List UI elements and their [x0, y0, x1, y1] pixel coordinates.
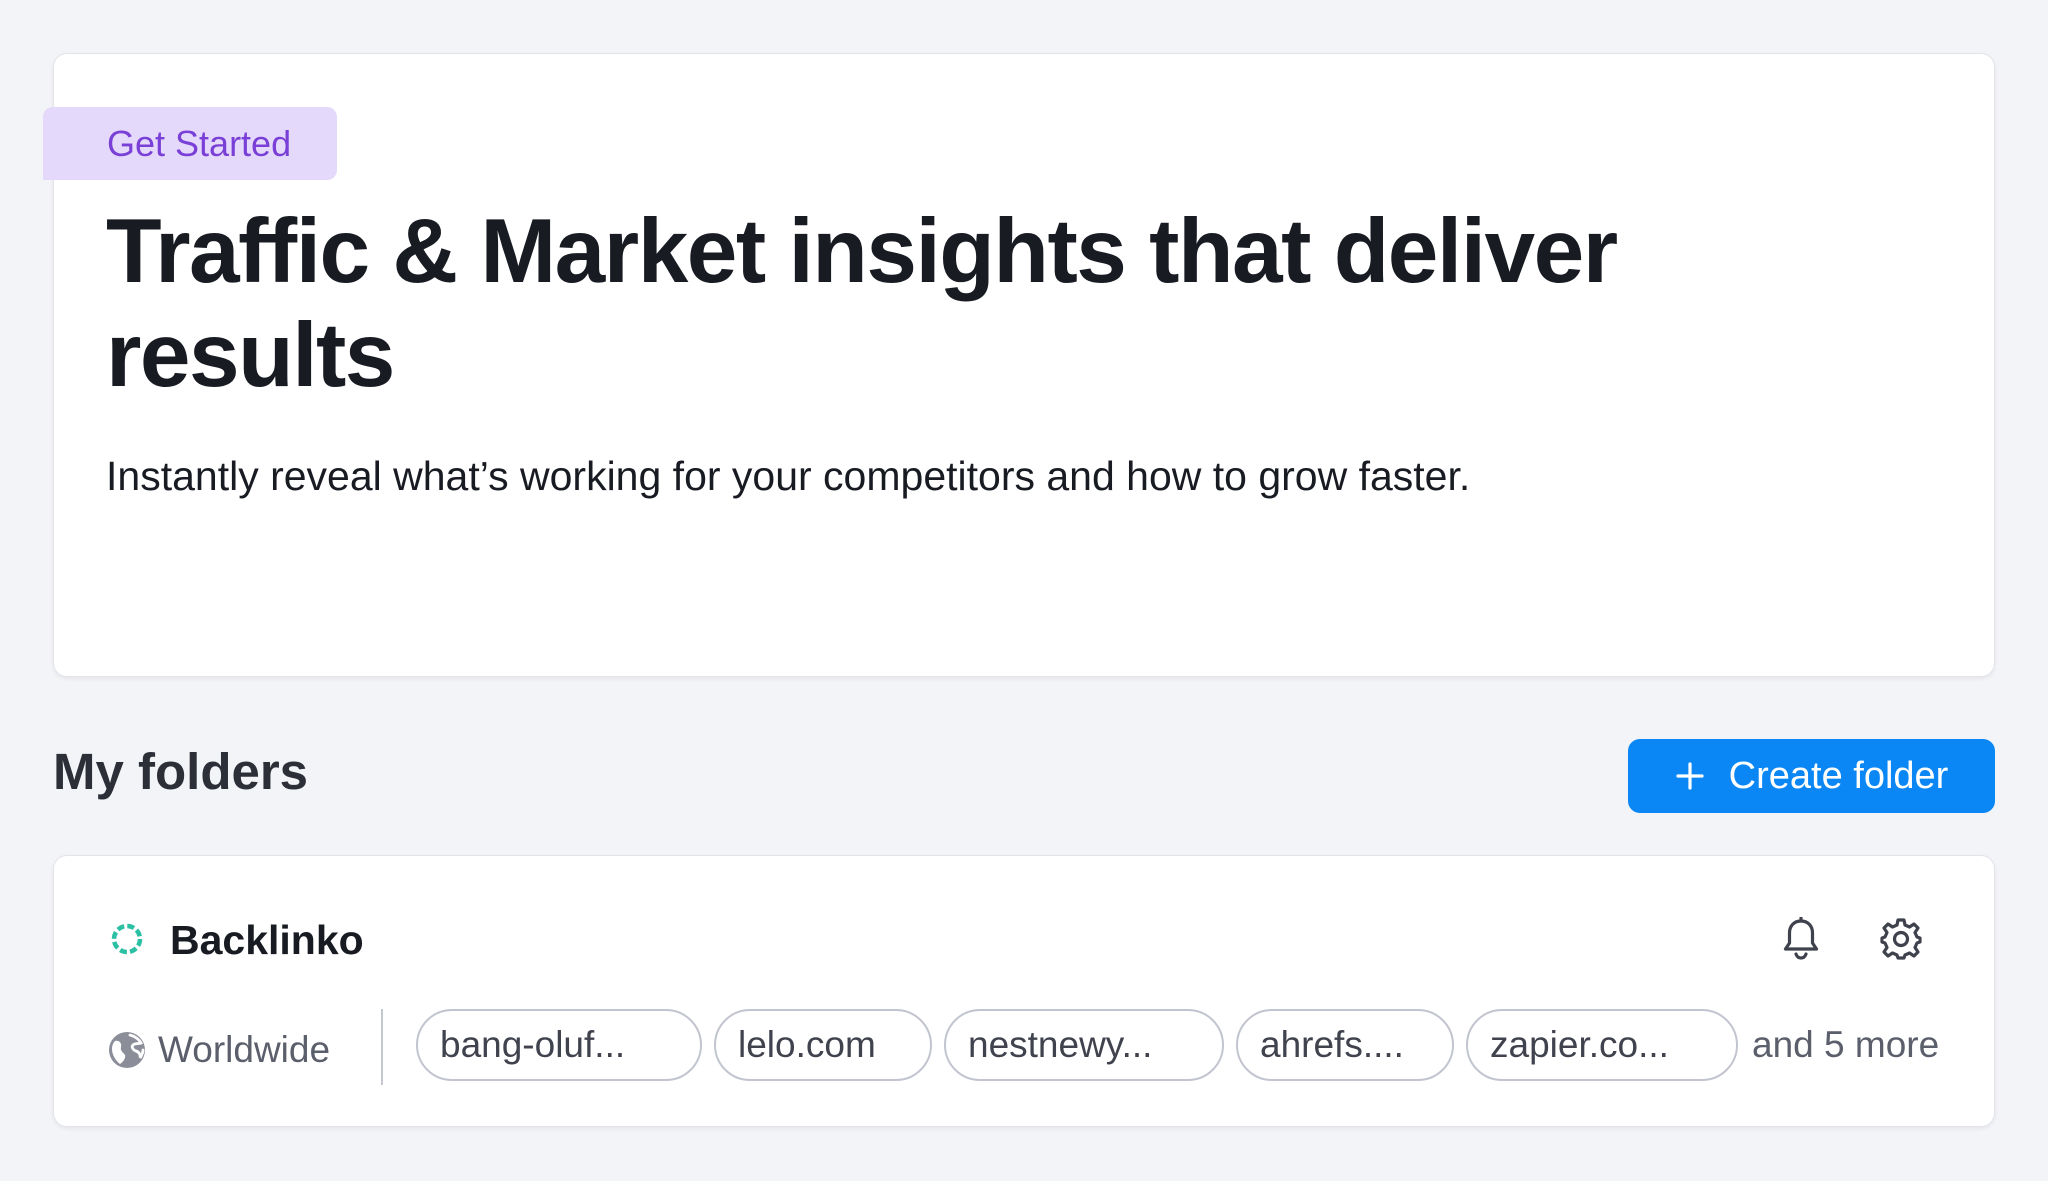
domain-chip[interactable]: ahrefs....: [1236, 1009, 1454, 1081]
globe-icon: [109, 1032, 145, 1068]
more-domains-link[interactable]: and 5 more: [1752, 1024, 1939, 1066]
plus-icon: [1675, 761, 1705, 791]
gear-icon: [1880, 918, 1922, 960]
hero-subtitle: Instantly reveal what’s working for your…: [106, 453, 1471, 499]
folder-name[interactable]: Backlinko: [170, 914, 364, 966]
folder-alerts-button[interactable]: [1774, 912, 1828, 966]
get-started-badge[interactable]: Get Started: [43, 107, 337, 180]
domain-chip-list: bang-oluf... lelo.com nestnewy... ahrefs…: [416, 1009, 1939, 1081]
my-folders-heading: My folders: [53, 743, 309, 800]
bell-icon: [1783, 917, 1819, 960]
domain-chip[interactable]: lelo.com: [714, 1009, 932, 1081]
region-label: Worldwide: [158, 1029, 331, 1070]
folder-card[interactable]: Backlinko Worldwide bang-oluf... lelo.co…: [53, 855, 1995, 1127]
create-folder-label: Create folder: [1728, 754, 1949, 797]
domain-chip[interactable]: bang-oluf...: [416, 1009, 702, 1081]
domain-chip[interactable]: zapier.co...: [1466, 1009, 1738, 1081]
create-folder-button[interactable]: Create folder: [1628, 739, 1995, 813]
hero-title: Traffic & Market insights that deliver r…: [106, 201, 1618, 406]
folder-status-ring-icon: [110, 922, 144, 956]
folder-region: Worldwide: [106, 1024, 330, 1076]
domain-chip[interactable]: nestnewy...: [944, 1009, 1224, 1081]
folder-settings-button[interactable]: [1874, 912, 1928, 966]
region-divider: [381, 1009, 383, 1085]
